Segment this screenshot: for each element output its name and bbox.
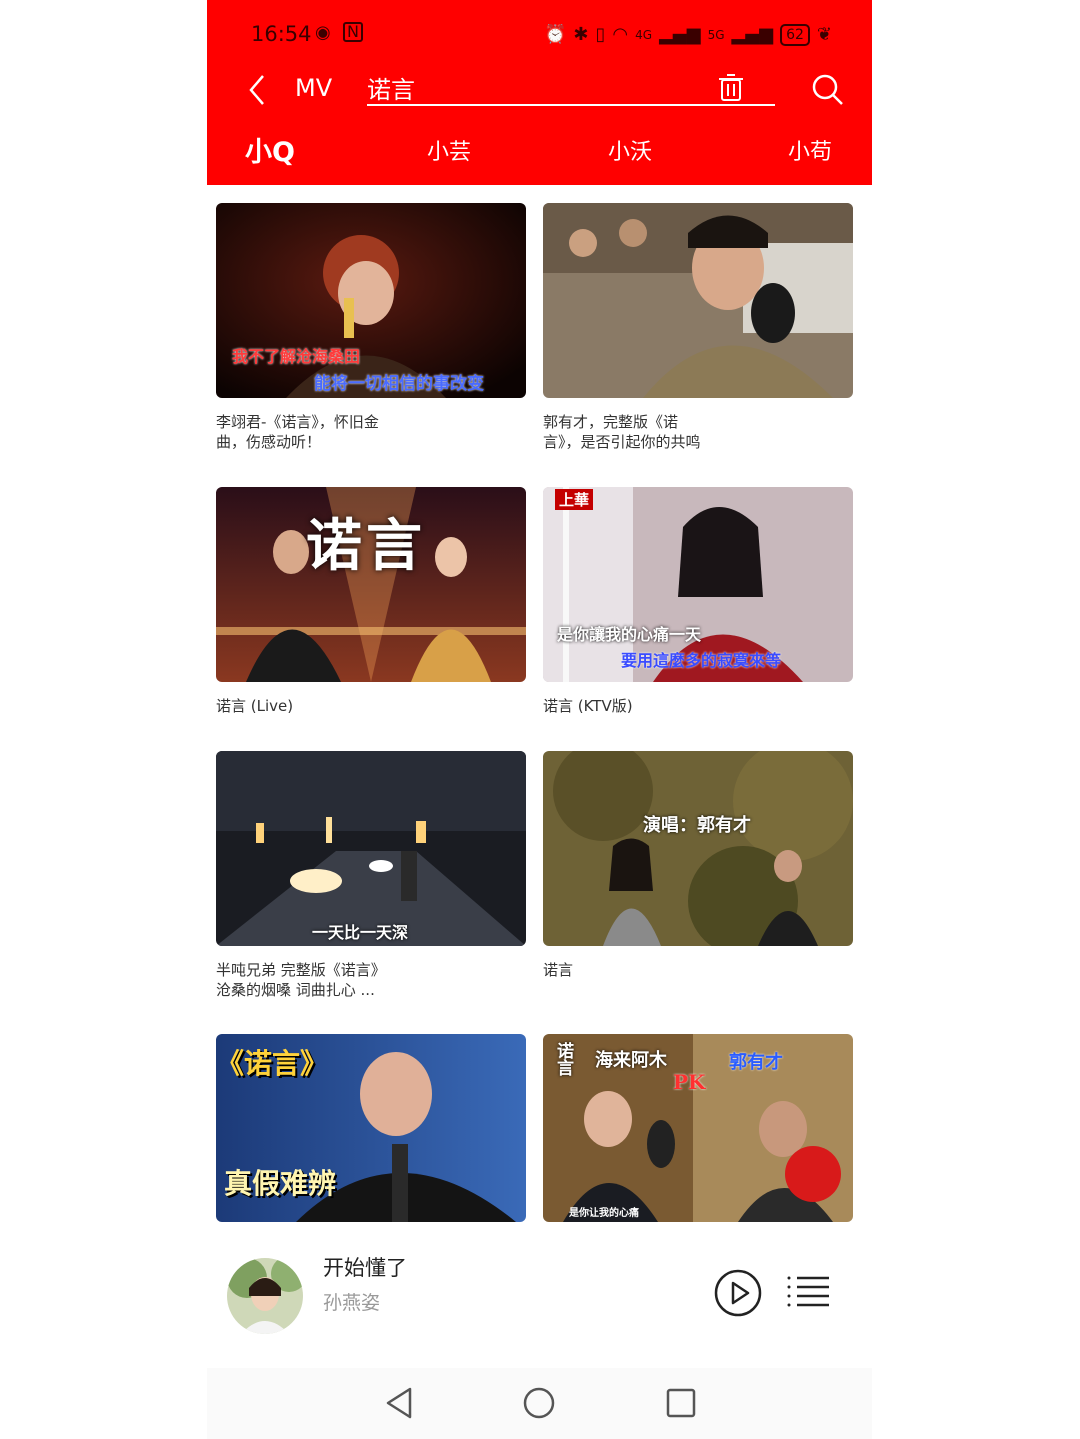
- tab-xiaoq[interactable]: 小Q: [245, 130, 295, 169]
- network-type-1: 4G: [635, 28, 653, 42]
- trash-icon: [719, 74, 743, 101]
- nav-back-button[interactable]: [382, 1386, 416, 1420]
- singer-name: 郭有才: [729, 1052, 783, 1073]
- video-card[interactable]: 《诺言》 真假难辨: [216, 1034, 526, 1222]
- tab-bar: 小Q 小芸 小沃 小苟: [207, 130, 872, 170]
- video-thumbnail[interactable]: 我不了解沧海桑田 能将一切相信的事改变: [216, 203, 526, 398]
- tab-xiaogou[interactable]: 小苟: [788, 134, 832, 166]
- video-title[interactable]: 诺言 (Live): [216, 696, 446, 716]
- toolbar: MV: [207, 70, 872, 110]
- video-card[interactable]: 演唱：郭有才 诺言: [543, 751, 853, 980]
- nfc-icon: N: [343, 22, 363, 42]
- tab-xiaowo[interactable]: 小沃: [608, 134, 652, 166]
- circle-home-icon: [523, 1387, 555, 1419]
- video-thumbnail[interactable]: 上華 是你讓我的心痛一天 要用這麼多的寂寞來等: [543, 487, 853, 682]
- channel-badge: 上華: [555, 489, 594, 510]
- playlist-icon: [787, 1276, 829, 1307]
- playlist-button[interactable]: [785, 1274, 831, 1314]
- lyric-line: 要用這麼多的寂寞來等: [621, 651, 782, 670]
- song-artist: 孙燕姿: [323, 1292, 381, 1314]
- video-thumbnail[interactable]: [543, 203, 853, 398]
- video-thumbnail[interactable]: 演唱：郭有才: [543, 751, 853, 946]
- video-title-overlay: 真假难辨: [224, 1167, 337, 1200]
- status-time: 16:54: [251, 22, 312, 46]
- pk-label: PK: [673, 1070, 706, 1094]
- signal-icon: ▂▄▆: [731, 24, 774, 45]
- mini-player[interactable]: 开始懂了 孙燕姿: [207, 1222, 872, 1362]
- lyric-line: 我不了解沧海桑田: [232, 347, 361, 366]
- status-bar: 16:54 ◉ N ⏰ ✱ ▯ ◠ 4G ▂▄▆ 5G ▂▄▆ 62 ❦: [207, 18, 872, 54]
- triangle-back-icon: [386, 1387, 412, 1419]
- back-button[interactable]: [241, 70, 271, 110]
- song-title: 开始懂了: [323, 1256, 407, 1280]
- wifi-icon: ◠: [612, 24, 629, 45]
- battery-level: 62: [780, 24, 810, 46]
- video-card[interactable]: 上華 是你讓我的心痛一天 要用這麼多的寂寞來等 诺言 (KTV版): [543, 487, 853, 716]
- network-type-2: 5G: [707, 28, 725, 42]
- nav-recents-button[interactable]: [664, 1386, 698, 1420]
- search-bar: [367, 70, 775, 106]
- video-card[interactable]: 诺言 海来阿木 PK 郭有才 是你让我的心痛: [543, 1034, 853, 1222]
- video-thumbnail[interactable]: 诺言: [216, 487, 526, 682]
- status-icons: ⏰ ✱ ▯ ◠ 4G ▂▄▆ 5G ▂▄▆ 62 ❦: [544, 22, 832, 48]
- signal-icon: ▂▄▆: [659, 24, 701, 45]
- play-button[interactable]: [714, 1269, 762, 1317]
- video-thumbnail[interactable]: 一天比一天深: [216, 751, 526, 946]
- search-input[interactable]: [367, 70, 697, 104]
- leaf-icon: ❦: [816, 24, 832, 45]
- video-card[interactable]: 我不了解沧海桑田 能将一切相信的事改变 李翊君-《诺言》，怀旧金 曲，伤感动听！: [216, 203, 526, 452]
- tab-xiaoyun[interactable]: 小芸: [427, 134, 471, 166]
- bluetooth-icon: ✱: [573, 24, 589, 45]
- nav-home-button[interactable]: [522, 1386, 556, 1420]
- video-title-overlay: 诺言: [306, 513, 426, 579]
- video-thumbnail[interactable]: 《诺言》 真假难辨: [216, 1034, 526, 1222]
- lyric-line: 能将一切相信的事改变: [314, 374, 484, 394]
- vibrate-icon: ▯: [595, 24, 606, 45]
- lyric-line: 是你讓我的心痛一天: [557, 625, 702, 644]
- video-card[interactable]: 郭有才，完整版《诺 言》，是否引起你的共鸣: [543, 203, 853, 452]
- section-label: MV: [295, 74, 333, 102]
- video-card[interactable]: 诺言 诺言 (Live): [216, 487, 526, 716]
- lyric-line: 一天比一天深: [312, 923, 409, 942]
- app-screen: 16:54 ◉ N ⏰ ✱ ▯ ◠ 4G ▂▄▆ 5G ▂▄▆ 62 ❦ MV: [207, 0, 872, 1439]
- video-title[interactable]: 诺言: [543, 960, 773, 980]
- play-icon: [714, 1269, 762, 1317]
- video-title-overlay: 诺言: [553, 1042, 573, 1076]
- clear-button[interactable]: [717, 72, 745, 102]
- lyric-line: 演唱：郭有才: [643, 815, 751, 836]
- video-title[interactable]: 诺言 (KTV版): [543, 696, 773, 716]
- album-art[interactable]: [227, 1258, 303, 1334]
- square-recents-icon: [666, 1388, 696, 1418]
- chevron-left-icon: [249, 75, 264, 105]
- video-title-overlay: 《诺言》: [216, 1047, 329, 1080]
- eye-icon: ◉: [315, 22, 331, 43]
- lyric-line: 是你让我的心痛: [569, 1208, 639, 1219]
- video-title[interactable]: 郭有才，完整版《诺 言》，是否引起你的共鸣: [543, 412, 773, 452]
- header: 16:54 ◉ N ⏰ ✱ ▯ ◠ 4G ▂▄▆ 5G ▂▄▆ 62 ❦ MV: [207, 0, 872, 185]
- singer-name: 海来阿木: [595, 1050, 667, 1071]
- video-card[interactable]: 一天比一天深 半吨兄弟 完整版《诺言》 沧桑的烟嗓 词曲扎心 ...: [216, 751, 526, 1000]
- video-title[interactable]: 李翊君-《诺言》，怀旧金 曲，伤感动听！: [216, 412, 446, 452]
- video-thumbnail[interactable]: 诺言 海来阿木 PK 郭有才 是你让我的心痛: [543, 1034, 853, 1222]
- search-button[interactable]: [810, 72, 844, 106]
- system-nav-bar: [207, 1368, 872, 1439]
- video-title[interactable]: 半吨兄弟 完整版《诺言》 沧桑的烟嗓 词曲扎心 ...: [216, 960, 446, 1000]
- alarm-icon: ⏰: [544, 24, 567, 45]
- search-icon: [812, 74, 843, 105]
